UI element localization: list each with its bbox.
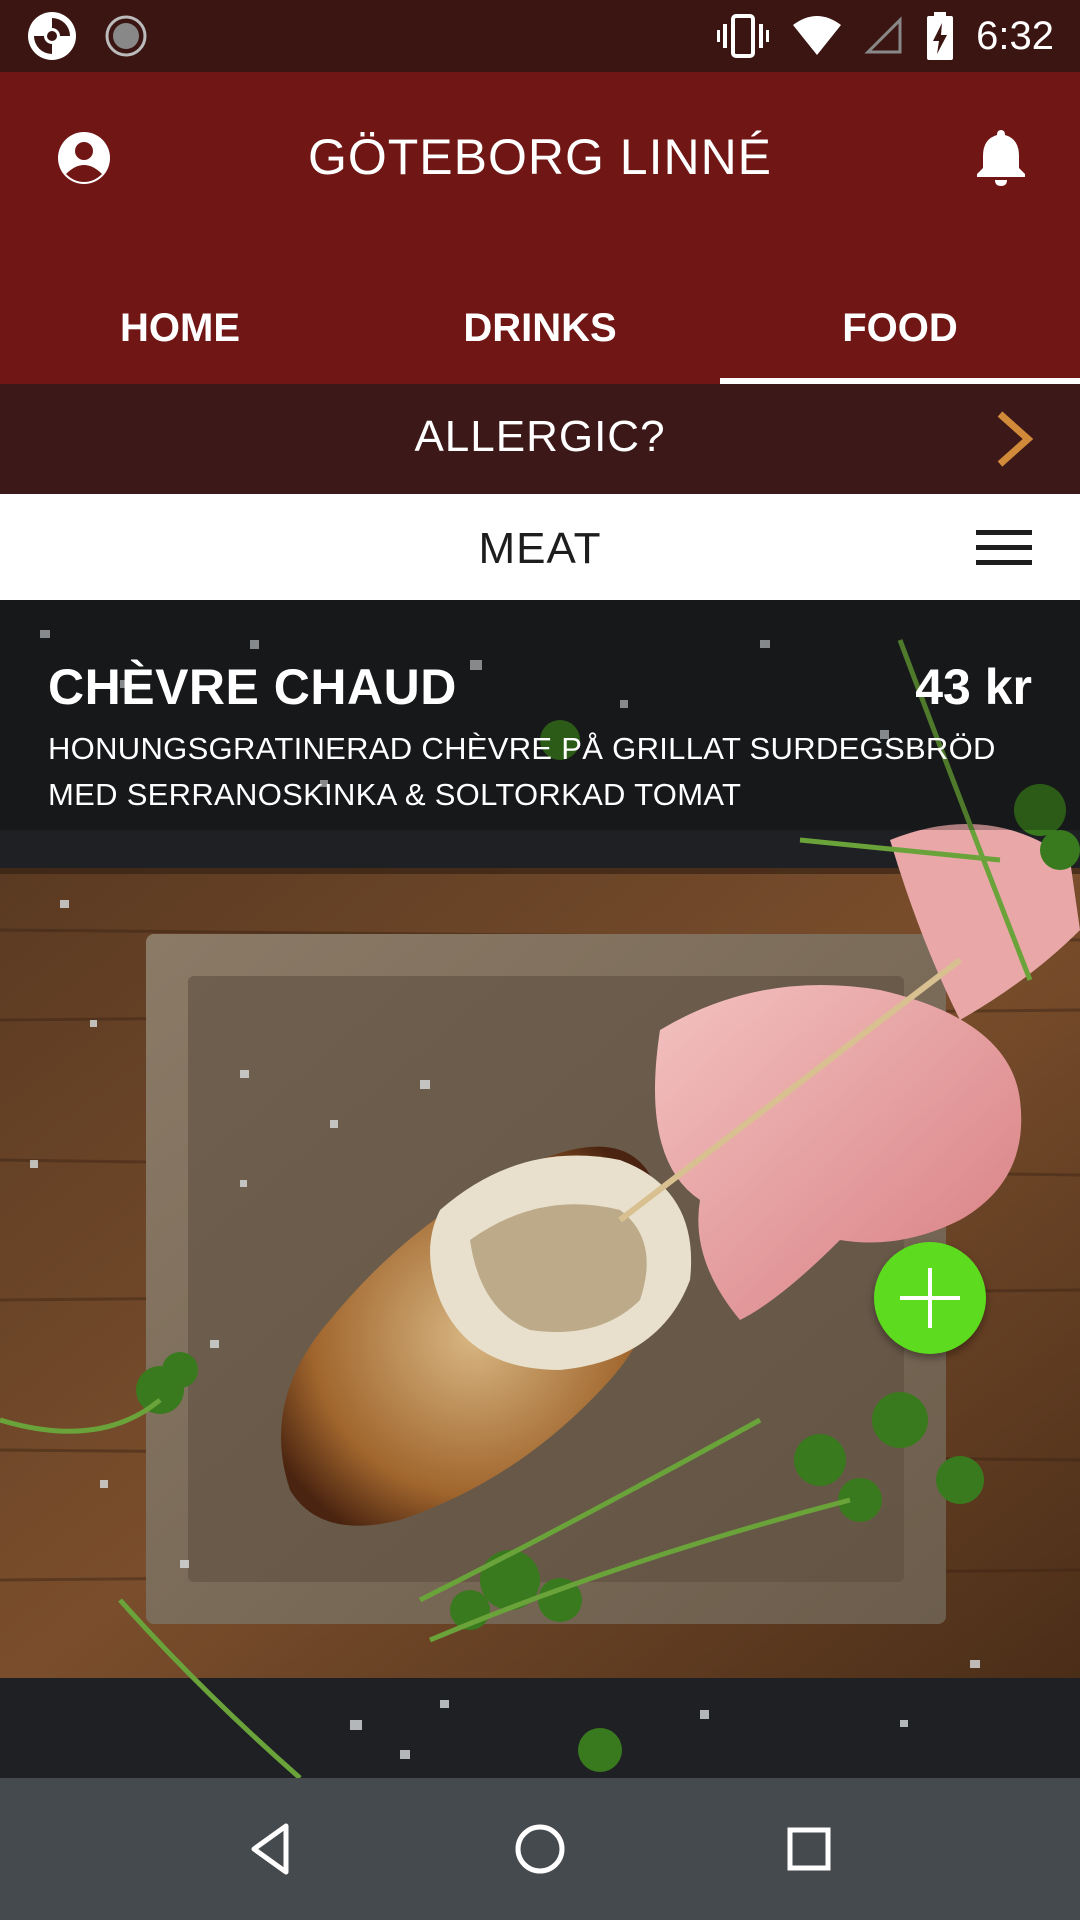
chevron-right-icon bbox=[997, 411, 1034, 467]
back-icon[interactable] bbox=[240, 1818, 302, 1880]
status-bar: 6:32 bbox=[0, 0, 1080, 72]
dish-name: CHÈVRE CHAUD bbox=[48, 659, 457, 715]
allergy-label: ALLERGIC? bbox=[414, 412, 666, 461]
dish-description: HONUNGSGRATINERAD CHÈVRE PÅ GRILLAT SURD… bbox=[48, 731, 996, 812]
dish-price: 43 kr bbox=[915, 659, 1032, 715]
tab-home[interactable]: HOME bbox=[0, 272, 360, 384]
home-icon[interactable] bbox=[509, 1818, 571, 1880]
clock: 6:32 bbox=[976, 13, 1054, 58]
tab-food[interactable]: FOOD bbox=[720, 272, 1080, 384]
bell-icon[interactable] bbox=[968, 124, 1034, 190]
plus-icon bbox=[900, 1268, 960, 1328]
status-bar-left bbox=[26, 10, 148, 62]
vibrate-icon bbox=[717, 14, 770, 58]
recents-icon[interactable] bbox=[778, 1818, 840, 1880]
allergy-button[interactable]: ALLERGIC? bbox=[0, 384, 1080, 494]
add-to-order-button[interactable] bbox=[874, 1242, 986, 1354]
app-logo-icon bbox=[28, 12, 76, 60]
hamburger-menu-icon[interactable] bbox=[976, 528, 1032, 568]
navigation-bar bbox=[0, 1778, 1080, 1920]
status-bar-right: 6:32 bbox=[716, 8, 1054, 64]
dish-card[interactable]: CHÈVRE CHAUD 43 kr HONUNGSGRATINERAD CHÈ… bbox=[0, 600, 1080, 1778]
sync-icon bbox=[105, 15, 147, 57]
battery-charging-icon bbox=[927, 12, 954, 60]
category-title: MEAT bbox=[478, 524, 602, 573]
tab-bar: HOME DRINKS FOOD bbox=[0, 272, 1080, 384]
cell-signal-icon bbox=[864, 16, 902, 54]
wifi-icon bbox=[793, 16, 842, 55]
app-title: GÖTEBORG LINNÉ bbox=[307, 129, 773, 185]
tab-drinks[interactable]: DRINKS bbox=[360, 272, 720, 384]
category-bar: MEAT bbox=[0, 494, 1080, 600]
app-header: GÖTEBORG LINNÉ HOME DRINKS FOOD bbox=[0, 72, 1080, 384]
